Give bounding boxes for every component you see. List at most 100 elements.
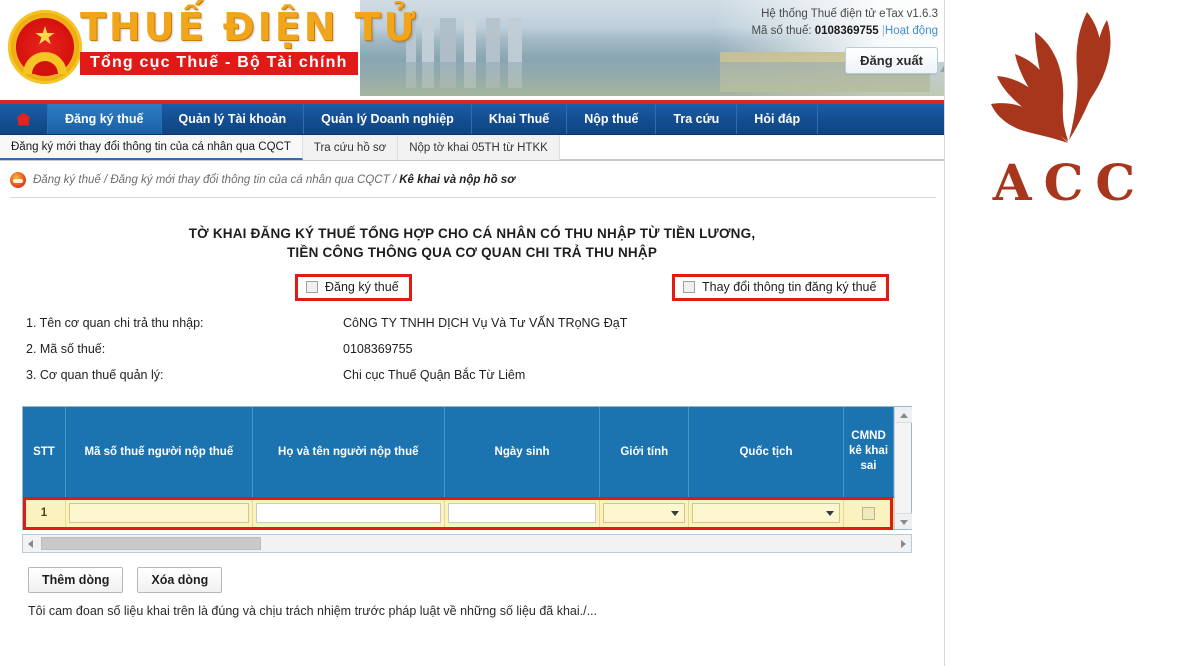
- taxpayer-table: STT Mã số thuế người nộp thuế Họ và tên …: [23, 407, 911, 529]
- cell-ngay-sinh: [444, 497, 601, 529]
- cell-cmnd-ke-khai-sai: [843, 497, 895, 529]
- scroll-left-arrow-icon[interactable]: [23, 535, 39, 552]
- breadcrumb-trail: Đăng ký thuế / Đăng ký mới thay đổi thôn…: [33, 174, 400, 186]
- nav-item-quan-ly-doanh-nghiep[interactable]: Quản lý Doanh nghiệp: [304, 104, 472, 134]
- page-title-line2: TIỀN CÔNG THÔNG QUA CƠ QUAN CHI TRẢ THU …: [286, 245, 658, 260]
- system-version-text: Hệ thống Thuế điện tử eTax v1.6.3: [761, 8, 938, 20]
- chevron-down-icon: [825, 511, 834, 517]
- breadcrumb-divider: [10, 197, 936, 198]
- table-header-row: STT Mã số thuế người nộp thuế Họ và tên …: [23, 407, 911, 498]
- table-row: 1: [23, 497, 911, 529]
- company-info-block: 1. Tên cơ quan chi trả thu nhập: CôNG TY…: [26, 316, 944, 394]
- page-title-line1: TỜ KHAI ĐĂNG KÝ THUẾ TỔNG HỢP CHO CÁ NHÂ…: [188, 226, 756, 241]
- logout-button[interactable]: Đăng xuất: [845, 47, 938, 74]
- nav-item-dang-ky-thue[interactable]: Đăng ký thuế: [48, 104, 162, 134]
- breadcrumb: Đăng ký thuế / Đăng ký mới thay đổi thôn…: [0, 161, 944, 197]
- header-account-block: Hệ thống Thuế điện tử eTax v1.6.3 Mã số …: [708, 6, 938, 74]
- nav-item-hoi-dap[interactable]: Hỏi đáp: [737, 104, 819, 134]
- cell-stt: 1: [23, 497, 66, 529]
- info-value-tax-office: Chi cục Thuế Quận Bắc Từ Liêm: [343, 368, 526, 382]
- subnav-item-nop-to-khai[interactable]: Nộp tờ khai 05TH từ HTKK: [398, 135, 560, 160]
- info-label-tax-code: 2. Mã số thuế:: [26, 342, 106, 356]
- gear-icon: [23, 52, 67, 74]
- scroll-up-arrow-icon[interactable]: [895, 407, 912, 423]
- scroll-down-arrow-icon[interactable]: [895, 513, 912, 529]
- add-row-button[interactable]: Thêm dòng: [28, 567, 124, 593]
- col-gioi-tinh: Giới tính: [599, 407, 690, 498]
- info-label-company-name: 1. Tên cơ quan chi trả thu nhập:: [26, 316, 204, 330]
- etax-application: THUẾ ĐIỆN TỬ Tổng cục Thuế - Bộ Tài chín…: [0, 0, 945, 666]
- checkbox-dang-ky-thue[interactable]: [306, 281, 318, 293]
- cell-ho-va-ten: [252, 497, 445, 529]
- acc-logo-panel: ACC: [945, 0, 1183, 666]
- col-ngay-sinh: Ngày sinh: [444, 407, 601, 498]
- checkbox-label-dang-ky-thue: Đăng ký thuế: [325, 280, 399, 294]
- checkbox-label-thay-doi-thong-tin: Thay đổi thông tin đăng ký thuế: [702, 280, 877, 294]
- select-gioi-tinh[interactable]: [603, 503, 686, 524]
- breadcrumb-text: Đăng ký thuế / Đăng ký mới thay đổi thôn…: [33, 174, 515, 186]
- declaration-type-row: Đăng ký thuế Thay đổi thông tin đăng ký …: [0, 274, 944, 306]
- brand-subtitle: Tổng cục Thuế - Bộ Tài chính: [80, 51, 358, 75]
- delete-row-button[interactable]: Xóa dòng: [137, 567, 223, 593]
- col-quoc-tich: Quốc tịch: [688, 407, 844, 498]
- checkbox-group-thay-doi-thong-tin[interactable]: Thay đổi thông tin đăng ký thuế: [672, 274, 890, 301]
- nav-item-nop-thue[interactable]: Nộp thuế: [567, 104, 657, 134]
- input-ngay-sinh[interactable]: [447, 503, 597, 524]
- info-row-tax-code: 2. Mã số thuế: 0108369755: [26, 342, 944, 368]
- vietnam-tax-emblem-icon: [8, 10, 82, 84]
- info-row-tax-office: 3. Cơ quan thuế quản lý: Chi cục Thuế Qu…: [26, 368, 944, 394]
- info-value-company-name: CôNG TY TNHH DỊCH Vụ Và Tư VẤN TRọNG ĐạT: [343, 316, 628, 330]
- main-navigation: Đăng ký thuế Quản lý Tài khoản Quản lý D…: [0, 104, 944, 135]
- checkbox-thay-doi-thong-tin[interactable]: [683, 281, 695, 293]
- subnav-filler: [559, 135, 944, 160]
- screenshot-root: THUẾ ĐIỆN TỬ Tổng cục Thuế - Bộ Tài chín…: [0, 0, 1183, 666]
- input-ho-va-ten[interactable]: [255, 503, 441, 524]
- nav-item-khai-thue[interactable]: Khai Thuế: [472, 104, 568, 134]
- info-value-tax-code: 0108369755: [343, 342, 413, 356]
- breadcrumb-current: Kê khai và nộp hồ sơ: [399, 174, 515, 186]
- acc-flame-logo-icon: [991, 12, 1111, 143]
- nav-home-button[interactable]: [0, 104, 48, 134]
- grid-horizontal-scrollbar[interactable]: [22, 534, 912, 553]
- site-header: THUẾ ĐIỆN TỬ Tổng cục Thuế - Bộ Tài chín…: [0, 0, 944, 100]
- col-stt: STT: [23, 407, 66, 498]
- home-icon: [16, 112, 31, 126]
- cell-ma-so-thue: [65, 497, 253, 529]
- taxpayer-grid: STT Mã số thuế người nộp thuế Họ và tên …: [22, 406, 912, 530]
- cell-gioi-tinh: [599, 497, 690, 529]
- select-quoc-tich[interactable]: [692, 503, 840, 524]
- tax-code-value: 0108369755: [814, 25, 879, 37]
- info-row-company-name: 1. Tên cơ quan chi trả thu nhập: CôNG TY…: [26, 316, 944, 342]
- acc-logo-text: ACC: [992, 153, 1148, 212]
- notice-icon: [10, 172, 26, 188]
- tax-code-label: Mã số thuế:: [751, 25, 812, 37]
- nav-item-quan-ly-tai-khoan[interactable]: Quản lý Tài khoản: [162, 104, 305, 134]
- nav-item-tra-cuu[interactable]: Tra cứu: [656, 104, 738, 134]
- star-icon: [35, 26, 55, 45]
- grid-action-buttons: Thêm dòng Xóa dòng: [28, 567, 944, 593]
- pledge-text: Tôi cam đoan số liệu khai trên là đúng v…: [28, 604, 598, 618]
- banner-mountain-shape: [940, 22, 944, 72]
- chevron-down-icon: [671, 511, 680, 517]
- info-label-tax-office: 3. Cơ quan thuế quản lý:: [26, 368, 164, 382]
- sub-navigation: Đăng ký mới thay đổi thông tin của cá nh…: [0, 135, 944, 161]
- brand-block: THUẾ ĐIỆN TỬ Tổng cục Thuế - Bộ Tài chín…: [80, 5, 419, 75]
- col-cmnd-ke-khai-sai: CMND kê khai sai: [843, 407, 895, 498]
- scroll-right-arrow-icon[interactable]: [895, 535, 911, 552]
- tax-code-line: Mã số thuế: 0108369755 |Hoạt động: [708, 23, 938, 40]
- subnav-item-tra-cuu-ho-so[interactable]: Tra cứu hồ sơ: [303, 135, 399, 160]
- status-link[interactable]: Hoạt động: [885, 25, 938, 37]
- checkbox-cmnd-ke-khai-sai[interactable]: [862, 506, 876, 520]
- cell-quoc-tich: [688, 497, 844, 529]
- col-ma-so-thue: Mã số thuế người nộp thuế: [65, 407, 253, 498]
- checkbox-group-dang-ky-thue[interactable]: Đăng ký thuế: [295, 274, 412, 301]
- col-ho-va-ten: Họ và tên người nộp thuế: [252, 407, 445, 498]
- brand-title: THUẾ ĐIỆN TỬ: [80, 5, 419, 49]
- grid-vertical-scrollbar[interactable]: [894, 407, 912, 529]
- subnav-item-dang-ky-moi[interactable]: Đăng ký mới thay đổi thông tin của cá nh…: [0, 135, 303, 160]
- page-title: TỜ KHAI ĐĂNG KÝ THUẾ TỔNG HỢP CHO CÁ NHÂ…: [40, 224, 904, 262]
- acc-logo: ACC: [945, 6, 1183, 208]
- horizontal-scroll-thumb[interactable]: [41, 537, 261, 550]
- input-ma-so-thue[interactable]: [68, 503, 249, 524]
